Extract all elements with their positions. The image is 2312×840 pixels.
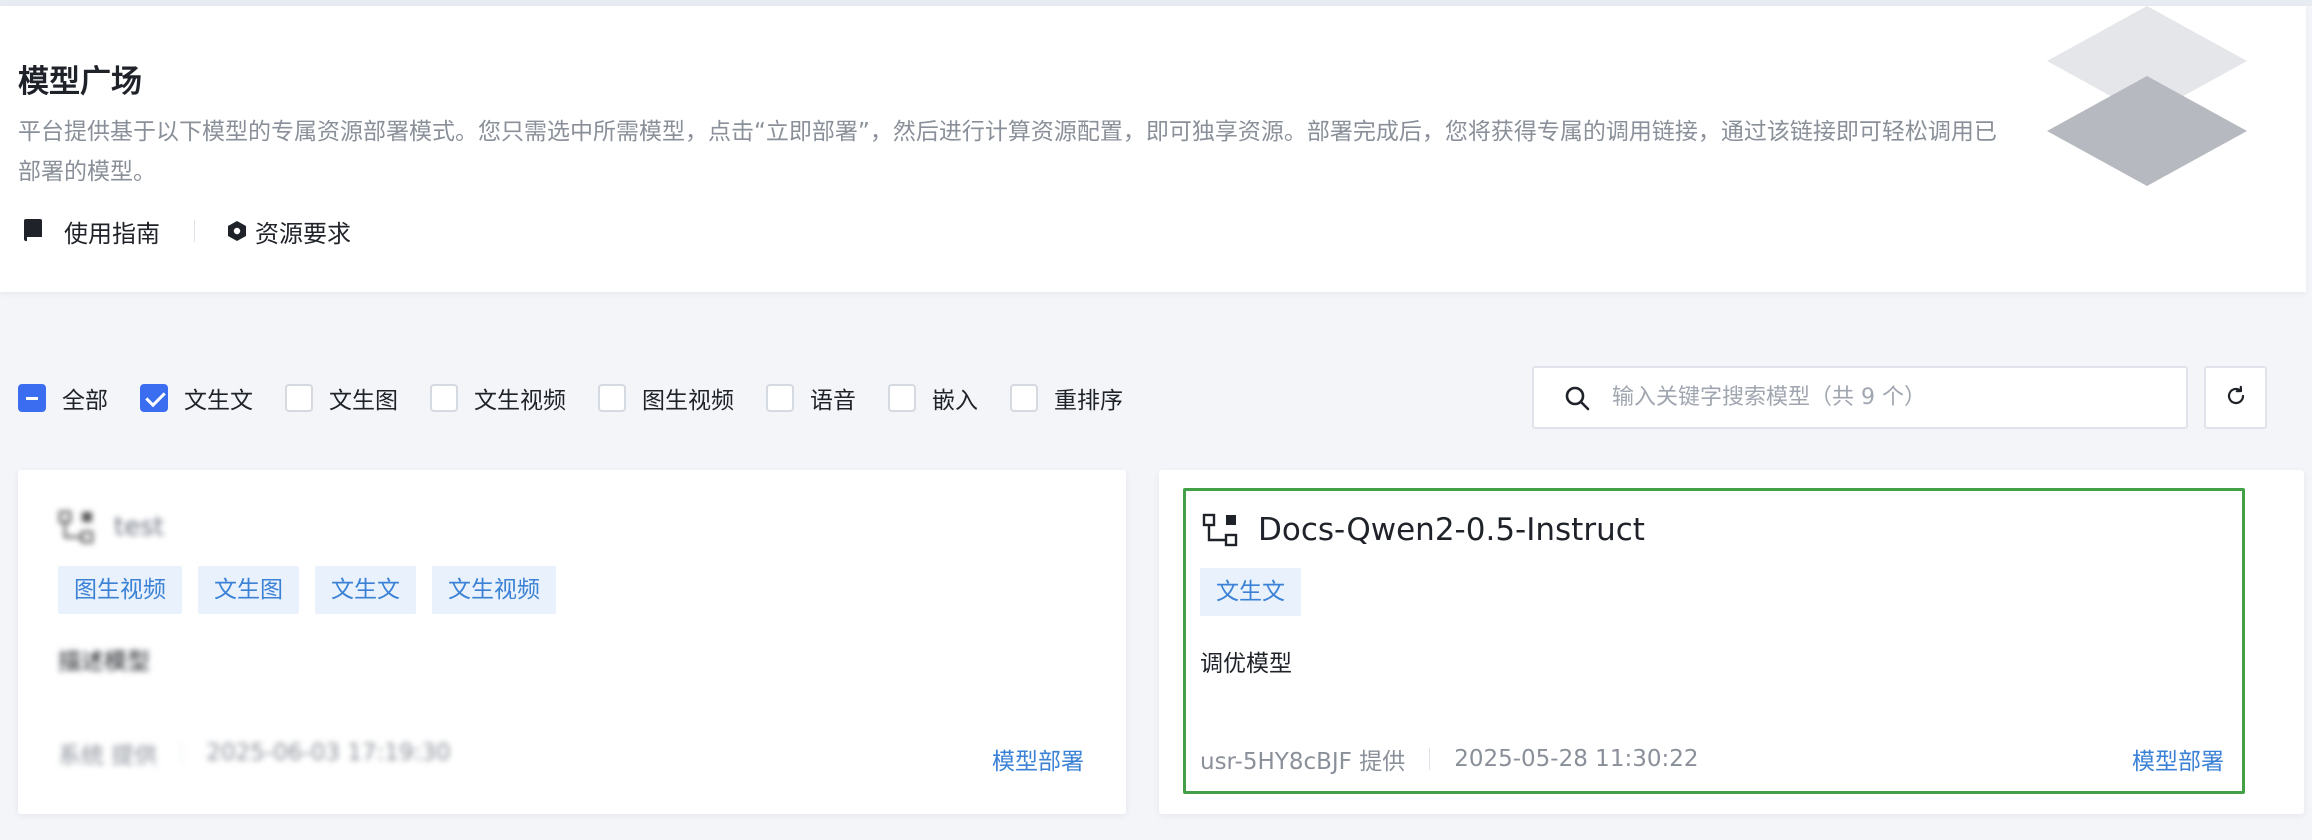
model-card[interactable]: Docs-Qwen2-0.5-Instruct 文生文 调优模型 usr-5HY…	[1159, 470, 2304, 814]
filter-text-to-video[interactable]: 文生视频	[430, 381, 566, 415]
filter-all-checkbox[interactable]	[18, 384, 46, 412]
tag: 文生视频	[432, 566, 556, 614]
filter-embedding[interactable]: 嵌入	[888, 381, 978, 415]
filter-label: 图生视频	[642, 388, 734, 414]
deploy-model-link[interactable]: 模型部署	[2132, 742, 2224, 776]
filter-speech[interactable]: 语音	[766, 381, 856, 415]
filter-image-to-video-checkbox[interactable]	[598, 384, 626, 412]
filter-speech-checkbox[interactable]	[766, 384, 794, 412]
filter-label: 嵌入	[932, 388, 978, 414]
model-icon	[1202, 513, 1238, 547]
refresh-icon	[2224, 384, 2248, 412]
category-filter-bar: 全部 文生文 文生图 文生视频 图生视频 语音 嵌入 重排序	[18, 370, 1155, 426]
card-footer: 系统 提供 2025-06-03 17:19:30	[58, 736, 451, 770]
filter-label: 重排序	[1054, 388, 1123, 414]
hexagon-icon	[225, 219, 249, 243]
footer-divider	[1429, 748, 1431, 770]
resource-requirements-link[interactable]: 资源要求	[225, 214, 351, 249]
filter-label: 文生文	[184, 388, 253, 414]
footer-divider	[181, 742, 183, 764]
card-description: 描述模型	[58, 649, 150, 675]
card-header: test	[58, 510, 164, 544]
card-title: test	[114, 512, 164, 542]
filter-label: 文生视频	[474, 388, 566, 414]
card-header: Docs-Qwen2-0.5-Instruct	[1202, 512, 1645, 548]
filter-rerank[interactable]: 重排序	[1010, 381, 1123, 415]
search-icon	[1564, 385, 1590, 411]
page-description: 平台提供基于以下模型的专属资源部署模式。您只需选中所需模型，点击“立即部署”，然…	[18, 119, 1997, 185]
card-provider: 系统 提供	[58, 743, 158, 769]
page-title: 模型广场	[18, 64, 142, 100]
card-title: Docs-Qwen2-0.5-Instruct	[1258, 512, 1645, 548]
filter-image-to-video[interactable]: 图生视频	[598, 381, 734, 415]
tag: 文生图	[198, 566, 299, 614]
card-footer: usr-5HY8cBJF 提供 2025-05-28 11:30:22	[1200, 742, 1698, 776]
refresh-button[interactable]	[2204, 366, 2267, 429]
filter-label: 全部	[62, 388, 108, 414]
decorative-layers-graphic	[2042, 6, 2252, 186]
header-panel: 模型广场 平台提供基于以下模型的专属资源部署模式。您只需选中所需模型，点击“立即…	[0, 6, 2306, 292]
usage-guide-link[interactable]: 使用指南	[22, 214, 160, 249]
model-icon	[58, 510, 94, 544]
card-description: 调优模型	[1200, 651, 1292, 677]
search-input[interactable]	[1612, 385, 2172, 410]
filter-all[interactable]: 全部	[18, 381, 108, 415]
filter-label: 语音	[810, 388, 856, 414]
filter-text-to-text[interactable]: 文生文	[140, 381, 253, 415]
link-divider	[194, 220, 195, 242]
card-tags: 文生文	[1200, 568, 1317, 616]
filter-text-to-video-checkbox[interactable]	[430, 384, 458, 412]
tag: 文生文	[1200, 568, 1301, 616]
tag: 文生文	[315, 566, 416, 614]
header-links: 使用指南 资源要求	[22, 213, 351, 249]
filter-label: 文生图	[329, 388, 398, 414]
tag: 图生视频	[58, 566, 182, 614]
filter-rerank-checkbox[interactable]	[1010, 384, 1038, 412]
search-box[interactable]	[1532, 366, 2188, 429]
filter-text-to-text-checkbox[interactable]	[140, 384, 168, 412]
filter-embedding-checkbox[interactable]	[888, 384, 916, 412]
filter-text-to-image-checkbox[interactable]	[285, 384, 313, 412]
usage-guide-label: 使用指南	[64, 219, 160, 248]
model-card[interactable]: test 图生视频 文生图 文生文 文生视频 描述模型 系统 提供 2025-0…	[18, 470, 1126, 814]
card-date: 2025-05-28 11:30:22	[1454, 746, 1699, 772]
deploy-model-link[interactable]: 模型部署	[992, 742, 1084, 776]
resource-requirements-label: 资源要求	[255, 219, 351, 248]
card-tags: 图生视频 文生图 文生文 文生视频	[58, 566, 572, 614]
filter-text-to-image[interactable]: 文生图	[285, 381, 398, 415]
card-date: 2025-06-03 17:19:30	[206, 740, 451, 766]
book-icon	[22, 218, 44, 244]
card-provider: usr-5HY8cBJF 提供	[1200, 749, 1406, 775]
